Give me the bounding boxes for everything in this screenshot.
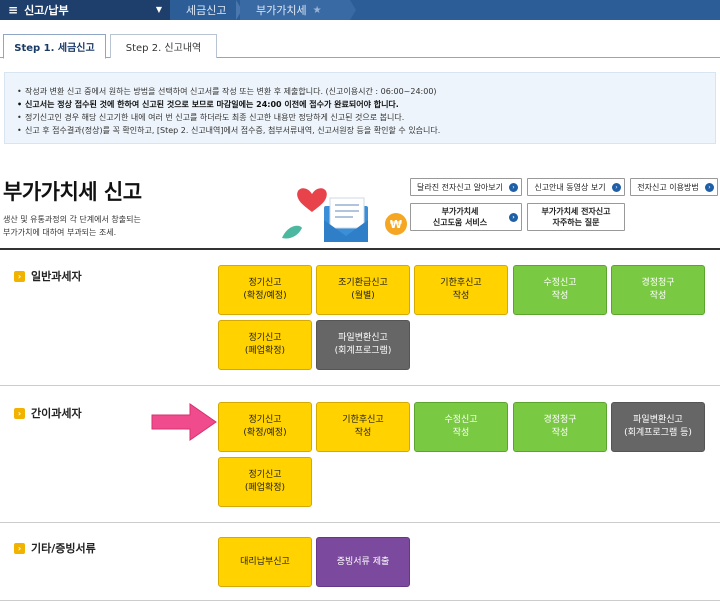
arrow-circle-icon: ›	[509, 183, 518, 192]
arrow-bullet-icon: ›	[14, 407, 25, 419]
button-label: 부가가치세 전자신고 자주하는 질문	[541, 207, 611, 227]
section-divider	[0, 248, 720, 250]
notice-line: 정기신고인 경우 해당 신고기한 내에 여러 번 신고를 하더라도 최종 신고한…	[17, 111, 715, 124]
section-divider	[0, 385, 720, 386]
arrow-circle-icon: ›	[509, 213, 518, 222]
menu-dropdown[interactable]: ≡ 신고/납부 ▼	[0, 0, 170, 20]
arrow-circle-icon: ›	[612, 183, 621, 192]
top-nav-bar: ≡ 신고/납부 ▼ 세금신고 부가가치세 ★	[0, 0, 720, 20]
general-regular-report-button[interactable]: 정기신고 (확정/예정)	[218, 265, 312, 315]
whats-new-button[interactable]: 달라진 전자신고 알아보기 ›	[410, 178, 522, 196]
svg-text:₩: ₩	[390, 218, 402, 231]
general-late-report-button[interactable]: 기한후신고 작성	[414, 265, 508, 315]
section-label: 일반과세자	[31, 270, 82, 283]
hamburger-icon: ≡	[8, 3, 19, 17]
tab-step1[interactable]: Step 1. 세금신고	[3, 34, 106, 59]
document-illustration: ₩	[282, 188, 407, 242]
arrow-bullet-icon: ›	[14, 542, 25, 554]
leaf-icon	[282, 225, 302, 239]
breadcrumb-tax-report[interactable]: 세금신고	[170, 0, 242, 20]
notice-line: 신고서는 정상 접수된 것에 한하여 신고된 것으로 보므로 마감일에는 24:…	[17, 98, 715, 111]
how-to-use-button[interactable]: 전자신고 이용방법 ›	[630, 178, 718, 196]
notice-line: 작성과 변환 신고 중에서 원하는 방법을 선택하여 신고서를 작성 또는 변환…	[17, 85, 715, 98]
general-early-refund-button[interactable]: 조기환급신고 (월별)	[316, 265, 410, 315]
vat-faq-button[interactable]: 부가가치세 전자신고 자주하는 질문	[527, 203, 625, 231]
page-description: 생산 및 유통과정의 각 단계에서 창출되는 부가가치에 대하여 부과되는 조세…	[3, 213, 141, 239]
vat-help-service-button[interactable]: 부가가치세 신고도움 서비스 ›	[410, 203, 522, 231]
breadcrumb-vat[interactable]: 부가가치세 ★	[240, 0, 356, 20]
simple-file-convert-button[interactable]: 파일변환신고 (회계프로그램 등)	[611, 402, 705, 452]
simple-claim-button[interactable]: 경정청구 작성	[513, 402, 607, 452]
page-title: 부가가치세 신고	[3, 180, 142, 204]
general-claim-button[interactable]: 경정청구 작성	[611, 265, 705, 315]
section-label: 기타/증빙서류	[31, 542, 96, 555]
menu-label: 신고/납부	[24, 4, 69, 17]
simple-late-report-button[interactable]: 기한후신고 작성	[316, 402, 410, 452]
button-label: 달라진 전자신고 알아보기	[416, 182, 504, 192]
simple-regular-report-button[interactable]: 정기신고 (확정/예정)	[218, 402, 312, 452]
tab-label: Step 1. 세금신고	[14, 43, 95, 54]
tab-label: Step 2. 신고내역	[125, 43, 202, 54]
proxy-payment-report-button[interactable]: 대리납부신고	[218, 537, 312, 587]
pink-arrow-icon	[151, 403, 217, 441]
section-general-taxpayer: › 일반과세자	[14, 268, 82, 284]
section-divider	[0, 600, 720, 601]
button-label: 전자신고 이용방법	[637, 182, 699, 192]
submit-evidence-button[interactable]: 증빙서류 제출	[316, 537, 410, 587]
notice-line: 신고 후 접수결과(정상)를 꼭 확인하고, [Step 2. 신고내역]에서 …	[17, 124, 715, 137]
simple-amend-report-button[interactable]: 수정신고 작성	[414, 402, 508, 452]
section-simplified-taxpayer: › 간이과세자	[14, 405, 82, 421]
button-label: 부가가치세 신고도움 서비스	[432, 207, 488, 227]
general-amend-report-button[interactable]: 수정신고 작성	[513, 265, 607, 315]
section-etc-documents: › 기타/증빙서류	[14, 540, 96, 556]
general-file-convert-button[interactable]: 파일변환신고 (회계프로그램)	[316, 320, 410, 370]
general-closure-report-button[interactable]: 정기신고 (폐업확정)	[218, 320, 312, 370]
arrow-circle-icon: ›	[705, 183, 714, 192]
notice-box: 작성과 변환 신고 중에서 원하는 방법을 선택하여 신고서를 작성 또는 변환…	[4, 72, 716, 144]
step-tabs: Step 1. 세금신고 Step 2. 신고내역	[0, 34, 720, 59]
breadcrumb-label: 부가가치세	[256, 4, 307, 17]
favorite-star-icon[interactable]: ★	[313, 5, 322, 16]
button-label: 신고안내 동영상 보기	[534, 182, 606, 192]
section-divider	[0, 522, 720, 523]
heart-icon	[297, 188, 327, 212]
caret-down-icon: ▼	[155, 5, 162, 14]
arrow-bullet-icon: ›	[14, 270, 25, 282]
description-line: 생산 및 유통과정의 각 단계에서 창출되는	[3, 215, 141, 224]
simple-closure-report-button[interactable]: 정기신고 (폐업확정)	[218, 457, 312, 507]
guide-video-button[interactable]: 신고안내 동영상 보기 ›	[527, 178, 625, 196]
section-label: 간이과세자	[31, 407, 82, 420]
tab-step2[interactable]: Step 2. 신고내역	[110, 34, 217, 58]
description-line: 부가가치에 대하여 부과되는 조세.	[3, 228, 117, 237]
breadcrumb-label: 세금신고	[186, 4, 227, 17]
